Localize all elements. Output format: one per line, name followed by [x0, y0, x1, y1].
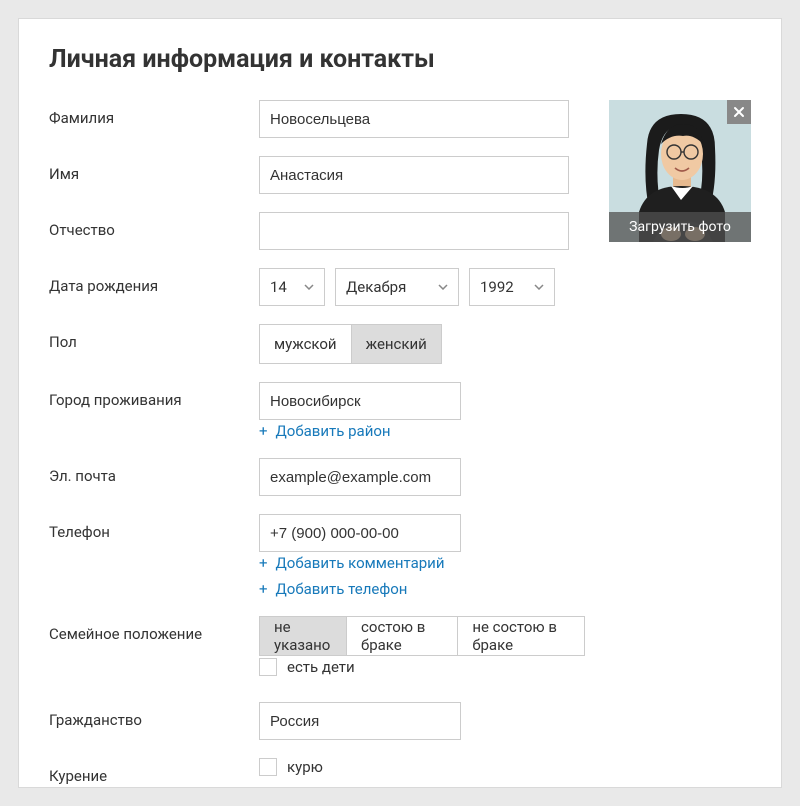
add-phone-label: Добавить телефон: [276, 580, 408, 598]
add-district-label: Добавить район: [276, 422, 391, 440]
surname-input[interactable]: [259, 100, 569, 138]
marital-option-single[interactable]: не состою в браке: [457, 617, 584, 655]
label-city: Город проживания: [49, 382, 259, 409]
marital-option-married[interactable]: состою в браке: [346, 617, 457, 655]
marital-option-unspecified[interactable]: не указано: [260, 617, 346, 655]
dob-year-select[interactable]: 1992: [469, 268, 555, 306]
label-smoking: Курение: [49, 758, 259, 785]
checkbox-box: [259, 758, 277, 776]
label-phone: Телефон: [49, 514, 259, 541]
label-citizenship: Гражданство: [49, 702, 259, 729]
gender-toggle: мужской женский: [259, 324, 442, 364]
label-patronymic: Отчество: [49, 212, 259, 239]
patronymic-input[interactable]: [259, 212, 569, 250]
dob-month-value: Декабря: [346, 278, 406, 296]
add-comment-label: Добавить комментарий: [276, 554, 445, 572]
dob-day-value: 14: [270, 278, 287, 296]
children-checkbox[interactable]: есть дети: [259, 658, 355, 676]
label-email: Эл. почта: [49, 458, 259, 485]
gender-option-female[interactable]: женский: [351, 325, 441, 363]
chevron-down-icon: [438, 284, 448, 290]
citizenship-input[interactable]: [259, 702, 461, 740]
gender-option-male[interactable]: мужской: [260, 325, 351, 363]
children-checkbox-label: есть дети: [287, 658, 355, 676]
dob-month-select[interactable]: Декабря: [335, 268, 459, 306]
checkbox-box: [259, 658, 277, 676]
label-gender: Пол: [49, 324, 259, 351]
label-dob: Дата рождения: [49, 268, 259, 295]
profile-photo: Загрузить фото: [609, 100, 751, 242]
email-input[interactable]: [259, 458, 461, 496]
add-comment-link[interactable]: + Добавить комментарий: [259, 554, 585, 572]
city-input[interactable]: [259, 382, 461, 420]
plus-icon: +: [259, 582, 268, 597]
plus-icon: +: [259, 424, 268, 439]
marital-toggle: не указано состою в браке не состою в бр…: [259, 616, 585, 656]
plus-icon: +: [259, 556, 268, 571]
add-district-link[interactable]: + Добавить район: [259, 422, 585, 440]
smoking-checkbox[interactable]: курю: [259, 758, 323, 776]
close-icon: [733, 106, 745, 118]
chevron-down-icon: [534, 284, 544, 290]
section-title: Личная информация и контакты: [49, 45, 751, 74]
dob-year-value: 1992: [480, 278, 514, 296]
dob-day-select[interactable]: 14: [259, 268, 325, 306]
name-input[interactable]: [259, 156, 569, 194]
chevron-down-icon: [304, 284, 314, 290]
label-surname: Фамилия: [49, 100, 259, 127]
smoking-checkbox-label: курю: [287, 758, 323, 776]
label-marital: Семейное положение: [49, 616, 259, 643]
add-phone-link[interactable]: + Добавить телефон: [259, 580, 585, 598]
personal-info-card: Личная информация и контакты Фамилия Имя: [18, 18, 782, 788]
phone-input[interactable]: [259, 514, 461, 552]
photo-remove-button[interactable]: [727, 100, 751, 124]
label-name: Имя: [49, 156, 259, 183]
upload-photo-button[interactable]: Загрузить фото: [609, 212, 751, 242]
